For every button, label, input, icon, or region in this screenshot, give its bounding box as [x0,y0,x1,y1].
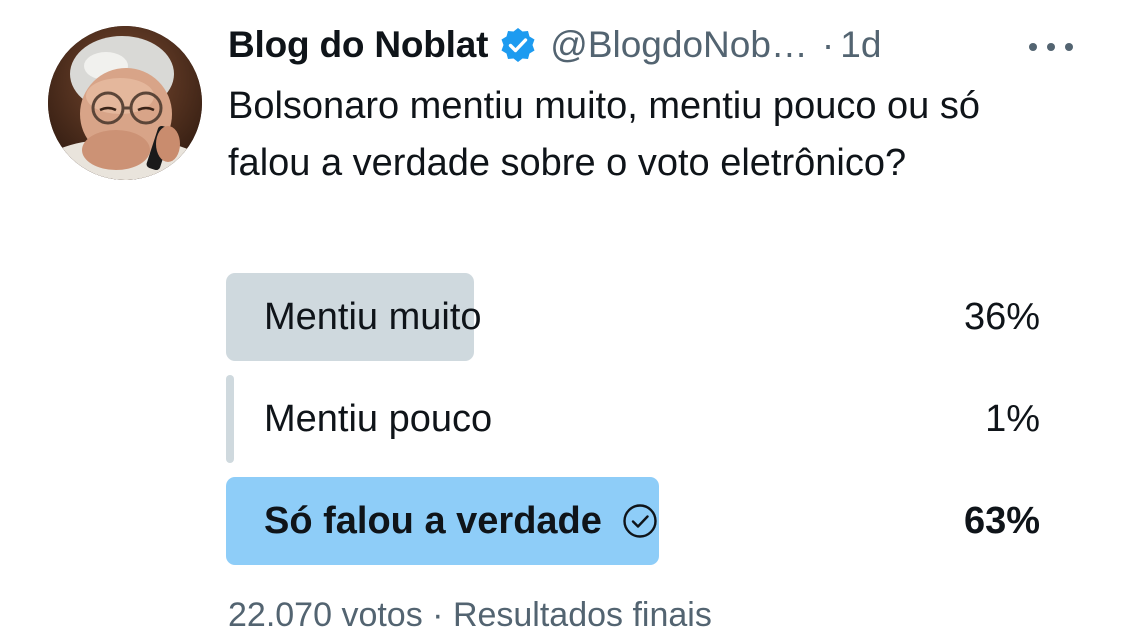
more-horizontal-icon[interactable] [1028,42,1074,52]
author-display-name[interactable]: Blog do Noblat [228,24,488,66]
poll-option-percent: 1% [985,398,1040,440]
poll-option-label: Mentiu muito [264,273,482,361]
poll-result-bar [226,375,234,463]
author-handle[interactable]: @BlogdoNob… [550,24,808,66]
poll-footer-separator: · [432,596,444,634]
person-on-phone-avatar-icon [48,26,202,180]
poll-status: Resultados finais [452,596,712,634]
poll-option-label: Mentiu pouco [264,375,492,463]
tweet[interactable]: Blog do Noblat @BlogdoNob… · 1d Bolsonar… [0,0,1125,640]
poll-footer: 22.070 votos · Resultados finais [228,592,712,638]
author-avatar[interactable] [48,26,202,180]
header-separator: · [821,24,835,65]
poll-option-mentiu-pouco: Mentiu pouco 1% [226,375,1040,463]
verified-badge-icon [501,28,535,62]
poll-option-label-text: Mentiu pouco [264,398,493,440]
tweet-text: Bolsonaro mentiu muito, mentiu pouco ou … [228,85,980,184]
poll-option-label-text: Mentiu muito [264,296,482,338]
poll-option-label-text: Só falou a verdade [264,500,602,542]
winner-check-circle-icon [623,504,657,538]
poll-vote-count: 22.070 votos [228,596,423,634]
poll-option-so-falou-a-verdade: Só falou a verdade 63% [226,477,1040,565]
poll-option-percent: 36% [963,296,1040,338]
tweet-header: Blog do Noblat @BlogdoNob… · 1d [228,20,1088,70]
poll-option-mentiu-muito: Mentiu muito 36% [226,273,1040,361]
poll-option-label: Só falou a verdade [264,477,658,565]
poll-option-percent: 63% [963,500,1040,542]
tweet-timestamp[interactable]: 1d [840,24,881,66]
